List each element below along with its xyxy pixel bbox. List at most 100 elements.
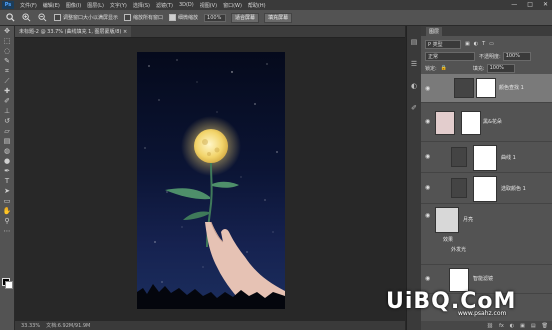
move-tool-icon[interactable]: ✥ <box>0 26 14 36</box>
new-adjustment-icon[interactable]: ◐ <box>510 323 514 329</box>
layer-row[interactable]: ◉ 黑&花朵 <box>421 103 552 142</box>
path-select-tool-icon[interactable]: ➤ <box>0 186 14 196</box>
filter-shape-icon[interactable]: ▭ <box>489 41 494 47</box>
layer-name: 月亮 <box>463 217 474 223</box>
brush-panel-icon[interactable]: ✐ <box>407 102 421 114</box>
zoom-tool-icon[interactable] <box>4 12 16 23</box>
checkbox-box[interactable] <box>54 14 61 21</box>
checkbox-label: 细微缩放 <box>178 15 199 21</box>
eye-icon[interactable]: ◉ <box>425 212 430 219</box>
menu-help[interactable]: 帮助(H) <box>248 2 266 9</box>
layers-footer: ⛓ fx ◐ ▣ ▤ 🗑 <box>421 321 552 330</box>
add-mask-icon[interactable]: ▣ <box>520 323 525 329</box>
document-tab[interactable]: 未标题-2 @ 33.7% (曲线填充 1, 图层蒙版/8) × <box>15 26 132 37</box>
layer-row[interactable]: ◉ 曲线 1 <box>421 142 552 173</box>
menu-file[interactable]: 文件(F) <box>20 2 37 9</box>
fit-screen-button[interactable]: 适合屏幕 <box>231 12 260 23</box>
blur-tool-icon[interactable]: ◍ <box>0 146 14 156</box>
eyedropper-tool-icon[interactable]: ⟋ <box>0 76 14 86</box>
shape-tool-icon[interactable]: ▭ <box>0 196 14 206</box>
options-bar: 调整窗口大小以满屏显示 缩放所有窗口 细微缩放 100% 适合屏幕 填充屏幕 <box>0 10 552 26</box>
marquee-tool-icon[interactable]: ⬚ <box>0 36 14 46</box>
maximize-icon[interactable]: □ <box>527 1 533 8</box>
minimize-icon[interactable]: — <box>511 1 517 8</box>
background-color-swatch[interactable] <box>5 281 13 289</box>
menu-type[interactable]: 文字(Y) <box>110 2 127 9</box>
mask-thumbnail <box>473 176 497 202</box>
menu-select[interactable]: 选择(S) <box>133 2 150 9</box>
checkbox-box[interactable] <box>169 14 177 21</box>
menu-edit[interactable]: 编辑(E) <box>43 2 60 9</box>
filter-adjust-icon[interactable]: ◐ <box>474 41 478 47</box>
photoshop-logo: Ps <box>2 1 14 9</box>
delete-icon[interactable]: 🗑 <box>542 323 548 329</box>
add-style-icon[interactable]: fx <box>499 323 504 329</box>
gradient-tool-icon[interactable]: ▤ <box>0 136 14 146</box>
new-layer-icon[interactable]: ▤ <box>531 323 536 329</box>
lasso-tool-icon[interactable]: ◌ <box>0 46 14 56</box>
history-brush-tool-icon[interactable]: ↺ <box>0 116 14 126</box>
pen-tool-icon[interactable]: ✒ <box>0 166 14 176</box>
link-layers-icon[interactable]: ⛓ <box>487 323 493 329</box>
scrubby-zoom-checkbox[interactable]: 细微缩放 <box>169 14 198 21</box>
checkbox-box[interactable] <box>124 14 132 21</box>
layer-name: 曲线 1 <box>501 155 516 161</box>
clone-stamp-tool-icon[interactable]: ⊥ <box>0 106 14 116</box>
eye-icon[interactable]: ◉ <box>425 85 430 92</box>
document-info[interactable]: 文档:6.92M/91.9M <box>46 322 90 329</box>
blend-mode-select[interactable]: 正常 <box>425 51 475 61</box>
eye-icon[interactable]: ◉ <box>425 153 430 160</box>
layers-panel-header: 图层 <box>421 26 552 36</box>
eraser-tool-icon[interactable]: ▱ <box>0 126 14 136</box>
menu-view[interactable]: 视图(V) <box>200 2 217 9</box>
history-panel-icon[interactable]: ▤ <box>407 36 421 48</box>
type-tool-icon[interactable]: T <box>0 176 14 186</box>
eye-icon[interactable]: ◉ <box>425 118 430 125</box>
zoom-value-field[interactable]: 100% <box>204 13 227 22</box>
close-icon[interactable]: ✕ <box>543 1 548 8</box>
brush-tool-icon[interactable]: ✐ <box>0 96 14 106</box>
properties-panel-icon[interactable]: ☰ <box>407 58 421 70</box>
more-tools-icon[interactable]: ⋯ <box>0 226 14 236</box>
menu-image[interactable]: 图像(I) <box>66 2 81 9</box>
site-watermark: UiBQ.CoM www.psahz.com <box>386 289 546 319</box>
opacity-field[interactable]: 100% <box>502 51 531 61</box>
zoom-readout[interactable]: 33.33% <box>21 323 40 329</box>
filter-image-icon[interactable]: ▣ <box>465 41 470 47</box>
layer-filter-row: P 类型 ▣ ◐ T ▭ <box>425 39 494 49</box>
dodge-tool-icon[interactable]: ● <box>0 156 14 166</box>
effects-label: 效果 <box>443 237 454 243</box>
adjustment-thumbnail <box>454 78 474 98</box>
kind-filter-select[interactable]: P 类型 <box>425 39 461 49</box>
zoom-tool-icon[interactable]: ⚲ <box>0 216 14 226</box>
layers-tab[interactable]: 图层 <box>426 26 443 36</box>
adjustments-panel-icon[interactable]: ◐ <box>407 80 421 92</box>
filter-text-icon[interactable]: T <box>482 41 485 47</box>
layer-row-moon[interactable]: ◉ 月亮 效果 外发光 <box>421 204 552 265</box>
crop-tool-icon[interactable]: ⌗ <box>0 66 14 76</box>
resize-windows-checkbox[interactable]: 调整窗口大小以满屏显示 <box>54 14 118 21</box>
menu-window[interactable]: 窗口(W) <box>223 2 242 9</box>
menu-layer[interactable]: 图层(L) <box>87 2 104 9</box>
layer-name: 智能滤镜 <box>473 276 494 282</box>
lock-icon[interactable]: 🔒 <box>441 65 447 71</box>
zoom-out-icon[interactable] <box>36 12 48 23</box>
document-canvas-image[interactable] <box>137 52 285 309</box>
layer-row[interactable]: ◉ 选取颜色 1 <box>421 173 552 204</box>
fill-screen-button[interactable]: 填充屏幕 <box>264 12 293 23</box>
fill-field[interactable]: 100% <box>486 63 515 73</box>
zoom-in-icon[interactable] <box>20 12 32 23</box>
menu-filter[interactable]: 滤镜(T) <box>156 2 173 9</box>
hand-tool-icon[interactable]: ✋ <box>0 206 14 216</box>
quick-select-tool-icon[interactable]: ✎ <box>0 56 14 66</box>
zoom-all-windows-checkbox[interactable]: 缩放所有窗口 <box>124 14 163 21</box>
eye-icon[interactable]: ◉ <box>425 275 430 282</box>
eye-icon[interactable]: ◉ <box>425 184 430 191</box>
menu-3d[interactable]: 3D(D) <box>179 2 194 8</box>
watermark-url: www.psahz.com <box>458 310 507 317</box>
blend-row: 正常 不透明度: 100% <box>425 51 535 61</box>
healing-tool-icon[interactable]: ✚ <box>0 86 14 96</box>
layer-name: 选取颜色 1 <box>501 186 526 192</box>
layer-row[interactable]: ◉ 颜色查找 1 <box>421 74 552 103</box>
opacity-label: 不透明度: <box>479 53 501 60</box>
